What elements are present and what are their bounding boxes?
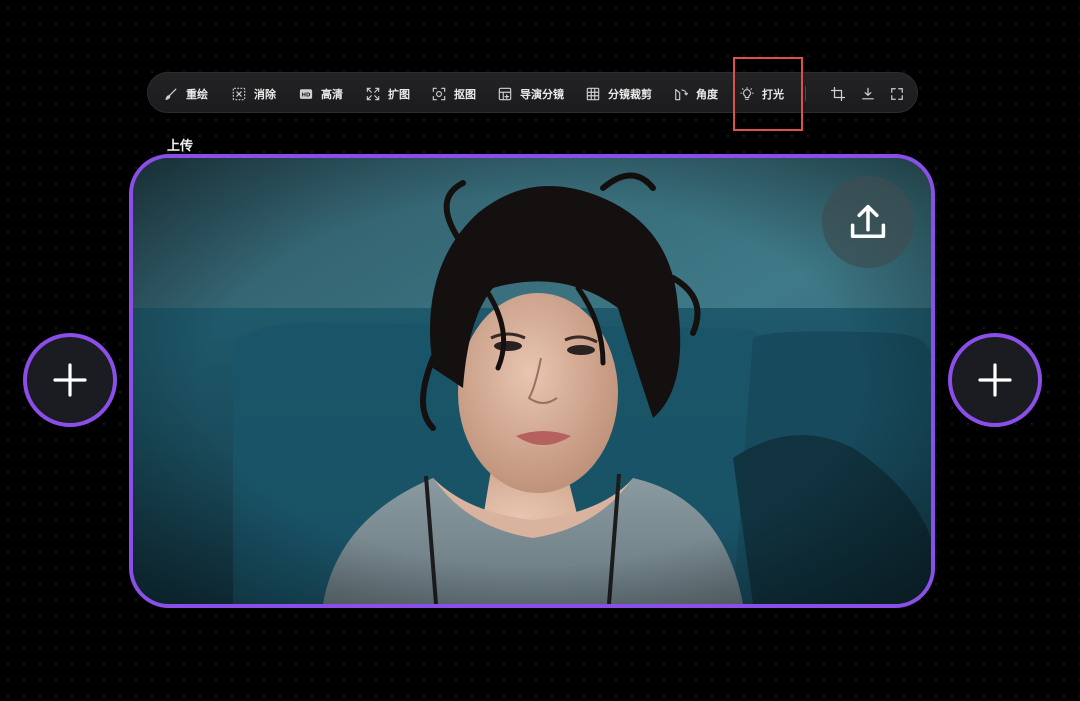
storyboard-button[interactable]: 导演分镜 <box>498 73 564 114</box>
grid-crop-label: 分镜裁剪 <box>608 87 652 101</box>
portrait-photo <box>133 158 931 604</box>
svg-text:HD: HD <box>302 92 311 98</box>
plus-icon <box>53 363 87 397</box>
brush-icon <box>165 88 177 100</box>
lighting-button[interactable]: 打光 <box>740 73 784 114</box>
fullscreen-icon <box>891 87 903 100</box>
cutout-icon <box>432 87 446 100</box>
lightbulb-icon <box>740 86 754 100</box>
repaint-button[interactable]: 重绘 <box>164 73 208 114</box>
plus-icon <box>978 363 1012 397</box>
cutout-label: 抠图 <box>454 87 476 101</box>
storyboard-icon <box>498 87 512 100</box>
storyboard-label: 导演分镜 <box>520 87 564 101</box>
angle-icon <box>675 88 688 100</box>
crop-button[interactable] <box>828 73 848 114</box>
erase-icon <box>232 87 246 100</box>
erase-label: 消除 <box>254 87 276 101</box>
upload-label: 上传 <box>167 139 194 154</box>
upload-button[interactable] <box>822 176 914 268</box>
download-button[interactable] <box>858 73 878 114</box>
image-toolbar: 重绘 消除 HD 高清 扩图 抠图 导演分镜 分镜裁剪 角度 打光 <box>147 72 918 113</box>
angle-label: 角度 <box>696 87 718 101</box>
hd-icon: HD <box>299 88 313 99</box>
lighting-label: 打光 <box>762 87 784 101</box>
crop-icon <box>831 86 845 101</box>
add-image-right-button[interactable] <box>948 333 1042 427</box>
download-icon <box>862 87 874 99</box>
angle-button[interactable]: 角度 <box>674 73 718 114</box>
grid-crop-button[interactable]: 分镜裁剪 <box>586 73 652 114</box>
repaint-label: 重绘 <box>186 87 208 101</box>
erase-button[interactable]: 消除 <box>232 73 276 114</box>
expand-button[interactable]: 扩图 <box>366 73 410 114</box>
cutout-button[interactable]: 抠图 <box>432 73 476 114</box>
hd-label: 高清 <box>321 87 343 101</box>
image-canvas[interactable] <box>129 154 935 608</box>
add-image-left-button[interactable] <box>23 333 117 427</box>
fullscreen-button[interactable] <box>887 73 907 114</box>
upload-icon <box>850 204 886 239</box>
grid-crop-icon <box>586 87 600 100</box>
expand-icon <box>366 87 380 100</box>
hd-button[interactable]: HD 高清 <box>299 73 343 114</box>
expand-label: 扩图 <box>388 87 410 101</box>
toolbar-divider <box>805 86 806 101</box>
